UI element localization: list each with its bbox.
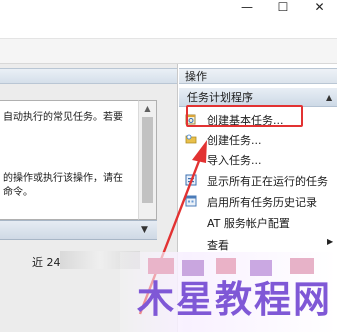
watermark-blur-blob bbox=[148, 258, 174, 274]
watermark-blur-blob bbox=[290, 258, 314, 274]
watermark-text: 木星教程网 bbox=[137, 278, 332, 321]
watermark-blur-blob bbox=[216, 258, 236, 274]
watermark-blur-blob bbox=[250, 260, 272, 276]
watermark-blur-blob bbox=[182, 260, 204, 276]
